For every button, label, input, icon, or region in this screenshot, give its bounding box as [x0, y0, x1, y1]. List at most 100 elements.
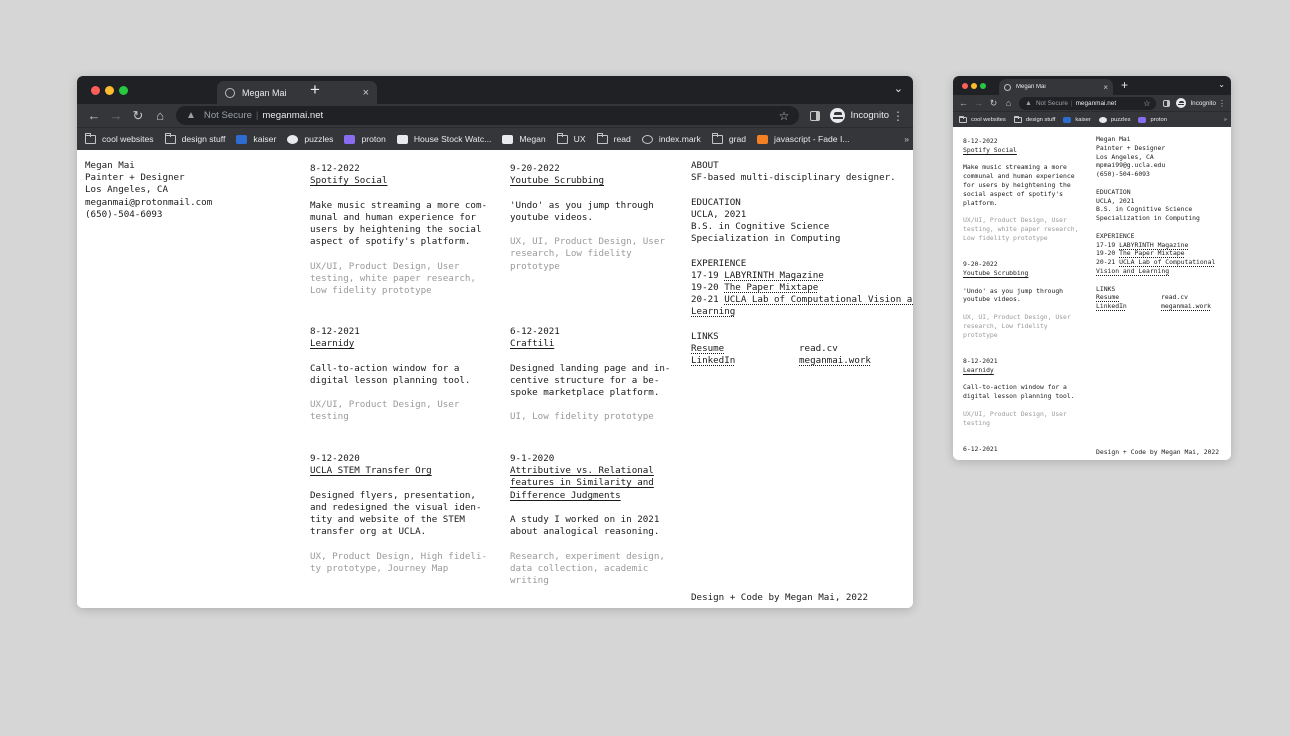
project-title-link[interactable]: Spotify Social: [963, 146, 1078, 155]
tab-search-icon[interactable]: ⌄: [894, 82, 903, 95]
close-tab-icon[interactable]: ×: [1103, 83, 1108, 92]
bookmark-item[interactable]: kaiser: [236, 134, 276, 144]
close-tab-icon[interactable]: ×: [363, 87, 369, 99]
maximize-window-button[interactable]: [119, 86, 128, 95]
readcv-link[interactable]: read.cv: [799, 343, 838, 354]
project-tags: data collection, academic: [510, 562, 649, 574]
project-title-link[interactable]: Youtube Scrubbing: [510, 175, 665, 187]
browser-tab[interactable]: Megan Mai ×: [999, 79, 1113, 95]
portfolio-link[interactable]: meganmai.work: [799, 355, 871, 366]
home-icon[interactable]: ⌂: [1001, 98, 1016, 108]
bookmark-star-icon[interactable]: ☆: [1143, 99, 1150, 108]
side-panel-icon[interactable]: [810, 110, 821, 121]
home-icon[interactable]: ⌂: [149, 108, 171, 123]
experience-link[interactable]: UCLA Lab of Computational: [1119, 258, 1215, 266]
reload-icon[interactable]: ↻: [986, 98, 1001, 109]
minimize-window-button[interactable]: [105, 86, 114, 95]
reload-icon[interactable]: ↻: [127, 108, 149, 124]
project-title-link[interactable]: Youtube Scrubbing: [963, 269, 1078, 278]
project-title-link[interactable]: Learnidy: [310, 338, 470, 350]
menu-icon[interactable]: ⋮: [1216, 99, 1228, 108]
globe-icon: [225, 87, 235, 98]
browser-tab[interactable]: Megan Mai ×: [217, 81, 377, 104]
incognito-profile-button[interactable]: Incognito: [830, 108, 889, 123]
bookmark-item[interactable]: cool websites: [959, 115, 1006, 123]
linkedin-link[interactable]: LinkedIn: [691, 355, 799, 367]
project-title-link[interactable]: Spotify Social: [310, 175, 487, 187]
proton-favicon: [1138, 116, 1147, 123]
bookmark-item[interactable]: puzzles: [1098, 116, 1130, 123]
project-description: digital lesson planning tool.: [310, 374, 471, 386]
project-tags: testing: [963, 418, 990, 427]
bookmark-item[interactable]: javascript - Fade I...: [757, 134, 850, 144]
experience-years: 17-19: [1096, 240, 1116, 249]
readcv-link[interactable]: read.cv: [1161, 293, 1188, 301]
forward-icon[interactable]: →: [971, 98, 986, 108]
project-date: 9-20-2022: [510, 163, 560, 174]
experience-link[interactable]: Vision and Learning: [1096, 267, 1169, 275]
bookmark-item[interactable]: cool websites: [85, 132, 154, 144]
new-tab-button[interactable]: +: [310, 80, 320, 100]
more-bookmarks-icon[interactable]: »: [1224, 117, 1227, 123]
close-window-button[interactable]: [91, 86, 100, 95]
forward-icon[interactable]: →: [105, 108, 127, 123]
incognito-profile-button[interactable]: Incognito: [1176, 98, 1216, 108]
proton-favicon: [344, 134, 356, 144]
side-panel-icon[interactable]: [1163, 99, 1171, 107]
experience-link[interactable]: Learning: [691, 306, 735, 317]
resume-link[interactable]: Resume: [691, 343, 799, 355]
more-bookmarks-icon[interactable]: »: [904, 134, 909, 144]
experience-link[interactable]: UCLA Lab of Computational Vision and: [724, 294, 913, 305]
experience-link[interactable]: The Paper Mixtape: [1119, 249, 1184, 257]
site-email[interactable]: mpmai99@g.ucla.edu: [1096, 161, 1215, 170]
bookmark-item[interactable]: House Stock Watc...: [396, 134, 491, 144]
bookmark-item[interactable]: grad: [711, 132, 746, 144]
bookmark-item[interactable]: puzzles: [287, 134, 333, 144]
project-title-link[interactable]: Learnidy: [963, 366, 1078, 375]
project-title-link[interactable]: UCLA STEM Transfer Org: [310, 465, 487, 477]
project-title-link[interactable]: features in Similarity and: [510, 477, 665, 489]
url-text[interactable]: meganmai.net: [262, 110, 323, 121]
tab-search-icon[interactable]: ⌄: [1218, 80, 1225, 89]
project-title-link[interactable]: Craftili: [510, 338, 670, 350]
warning-icon[interactable]: ▲: [1025, 100, 1032, 107]
project-tags: UX/UI, Product Design, User: [310, 260, 460, 272]
incognito-icon: [830, 108, 846, 123]
bookmark-item[interactable]: kaiser: [1063, 116, 1091, 123]
experience-link[interactable]: LABYRINTH Magazine: [724, 270, 824, 281]
bookmark-item[interactable]: UX: [556, 132, 586, 144]
new-tab-button[interactable]: +: [1121, 78, 1128, 92]
close-window-button[interactable]: [962, 83, 968, 89]
back-icon[interactable]: ←: [956, 98, 971, 108]
url-text[interactable]: meganmai.net: [1076, 100, 1117, 107]
bookmark-item[interactable]: read: [596, 132, 631, 144]
address-bar[interactable]: ▲ Not Secure | meganmai.net ☆: [176, 106, 800, 125]
project-title-link[interactable]: Difference Judgments: [510, 490, 665, 502]
portfolio-link[interactable]: meganmai.work: [1161, 302, 1211, 310]
bookmark-item[interactable]: Megan: [502, 134, 546, 144]
resume-link[interactable]: Resume: [1096, 293, 1161, 302]
back-icon[interactable]: ←: [83, 108, 105, 123]
education-line: Specialization in Computing: [691, 233, 841, 245]
experience-link[interactable]: LABYRINTH Magazine: [1119, 241, 1188, 249]
project-title-link[interactable]: Attributive vs. Relational: [510, 465, 665, 477]
bookmark-item[interactable]: proton: [1138, 116, 1167, 123]
address-bar[interactable]: ▲ Not Secure | meganmai.net ☆: [1019, 96, 1157, 110]
bookmark-item[interactable]: design stuff: [1013, 115, 1055, 123]
linkedin-link[interactable]: LinkedIn: [1096, 302, 1161, 311]
site-role: Painter + Designer: [85, 172, 185, 184]
site-email[interactable]: meganmai@protonmail.com: [85, 197, 212, 209]
maximize-window-button[interactable]: [980, 83, 986, 89]
minimize-window-button[interactable]: [971, 83, 977, 89]
bookmark-star-icon[interactable]: ☆: [779, 109, 790, 123]
warning-icon[interactable]: ▲: [186, 110, 196, 121]
bookmark-item[interactable]: proton: [344, 134, 386, 144]
menu-icon[interactable]: ⋮: [889, 109, 907, 123]
project-description: for users by heightening the: [963, 180, 1071, 189]
education-heading: EDUCATION: [1096, 187, 1131, 196]
globe-icon: [641, 134, 653, 144]
bookmark-item[interactable]: design stuff: [164, 132, 225, 144]
bookmark-item[interactable]: index.mark: [641, 134, 701, 144]
experience-link[interactable]: The Paper Mixtape: [724, 282, 818, 293]
project-description: Make music streaming a more com-: [310, 199, 488, 211]
